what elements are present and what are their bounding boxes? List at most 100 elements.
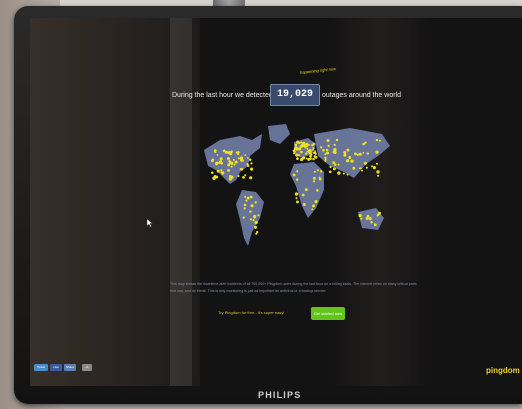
outage-dot bbox=[319, 170, 323, 173]
outage-dot bbox=[230, 165, 233, 168]
outage-dot bbox=[372, 166, 376, 170]
outage-dot bbox=[250, 167, 254, 171]
outage-dot bbox=[333, 150, 337, 155]
outage-dot bbox=[222, 149, 226, 153]
outage-dot bbox=[337, 163, 340, 166]
outage-dot bbox=[365, 217, 369, 220]
outage-dot bbox=[326, 139, 330, 142]
outage-dot bbox=[312, 147, 315, 150]
outage-dot bbox=[377, 174, 380, 177]
outage-dot bbox=[333, 143, 336, 147]
outage-dot bbox=[316, 189, 319, 192]
outage-dot bbox=[325, 148, 329, 152]
plus-one-button[interactable]: +1 bbox=[82, 364, 92, 371]
outage-dot bbox=[375, 162, 378, 165]
outage-dot bbox=[343, 150, 347, 155]
outage-dot bbox=[295, 153, 299, 157]
outage-dot bbox=[237, 175, 240, 178]
headline-prefix: During the last hour we detected bbox=[172, 92, 273, 99]
world-outage-map bbox=[204, 124, 390, 246]
outage-dot bbox=[249, 218, 253, 221]
outage-dot bbox=[306, 147, 309, 150]
outage-dot bbox=[358, 213, 362, 218]
outage-dot bbox=[219, 157, 223, 161]
outage-dot bbox=[358, 152, 362, 156]
outage-dot bbox=[332, 167, 336, 171]
outage-dot bbox=[350, 159, 354, 163]
cta-text: Try Pingdom for free - it's super easy! bbox=[218, 310, 285, 315]
outage-dot bbox=[294, 192, 299, 196]
outage-dot bbox=[250, 204, 254, 208]
outage-dot bbox=[300, 150, 303, 154]
outage-dot bbox=[345, 159, 350, 163]
outage-dot bbox=[216, 169, 220, 173]
outage-dot bbox=[322, 149, 325, 152]
outage-dot bbox=[324, 158, 327, 161]
get-started-button[interactable]: Get started now bbox=[311, 307, 345, 320]
outage-dot bbox=[292, 173, 296, 177]
share-button[interactable]: Share bbox=[64, 364, 76, 371]
outage-dot bbox=[242, 216, 245, 219]
outage-dot bbox=[228, 177, 232, 181]
outage-dot bbox=[354, 152, 357, 156]
monitor-brand-logo: PHILIPS bbox=[258, 390, 302, 400]
outage-dot bbox=[319, 146, 323, 149]
outage-dot bbox=[296, 200, 299, 204]
outage-dot bbox=[313, 170, 316, 173]
outage-dot bbox=[210, 159, 214, 163]
outage-dot bbox=[371, 165, 374, 168]
outage-dot bbox=[307, 157, 311, 161]
outage-dot bbox=[302, 203, 306, 206]
like-button[interactable]: Like bbox=[50, 364, 62, 371]
outage-dot bbox=[327, 144, 330, 148]
outage-dot bbox=[375, 138, 379, 142]
outage-dot bbox=[300, 158, 304, 162]
outage-dot bbox=[234, 160, 238, 164]
outage-dot bbox=[364, 141, 367, 144]
outage-dot bbox=[226, 156, 230, 161]
outage-dot bbox=[296, 140, 300, 144]
outage-dot bbox=[328, 170, 332, 174]
outage-dot bbox=[360, 217, 363, 220]
outage-dot bbox=[333, 147, 337, 152]
outage-dot bbox=[296, 170, 299, 173]
outage-dot bbox=[312, 176, 316, 180]
outage-dot bbox=[254, 225, 257, 229]
outage-dot bbox=[248, 158, 252, 161]
outage-dot bbox=[302, 143, 306, 147]
outage-dot bbox=[378, 139, 381, 142]
outage-dot bbox=[227, 168, 230, 172]
outage-dot bbox=[254, 220, 258, 225]
outage-dot bbox=[366, 152, 370, 155]
outage-dot bbox=[243, 207, 246, 210]
cta-row: Try Pingdom for free - it's super easy! … bbox=[218, 307, 378, 321]
outage-dot bbox=[363, 161, 368, 165]
outage-dot bbox=[305, 144, 308, 148]
outage-dot bbox=[299, 145, 303, 148]
outage-dot bbox=[334, 163, 337, 166]
outage-dot bbox=[216, 154, 219, 156]
outage-dot bbox=[239, 158, 244, 162]
outage-dot bbox=[214, 151, 217, 154]
outage-dot bbox=[215, 163, 218, 166]
outage-dot bbox=[228, 159, 231, 163]
outage-dot bbox=[373, 223, 377, 227]
outage-dot bbox=[227, 163, 231, 167]
tweet-button[interactable]: Tweet bbox=[34, 364, 48, 371]
outage-dot bbox=[356, 153, 359, 156]
outage-dot bbox=[365, 166, 368, 169]
outage-dot bbox=[220, 169, 223, 172]
outage-dot bbox=[310, 153, 313, 156]
outage-dot bbox=[348, 156, 352, 160]
headline-suffix: outages around the world bbox=[322, 92, 401, 99]
outage-dot bbox=[244, 174, 247, 177]
outage-dot bbox=[255, 230, 259, 234]
outage-counter: 19,029 bbox=[270, 84, 320, 106]
outage-dot bbox=[221, 171, 225, 175]
outage-dot bbox=[342, 172, 345, 175]
outage-dot bbox=[370, 221, 373, 224]
outage-dot bbox=[296, 157, 299, 160]
outage-dot bbox=[244, 154, 247, 157]
headline: During the last hour we detected 19,029 … bbox=[172, 84, 412, 108]
outage-dot bbox=[250, 162, 253, 165]
